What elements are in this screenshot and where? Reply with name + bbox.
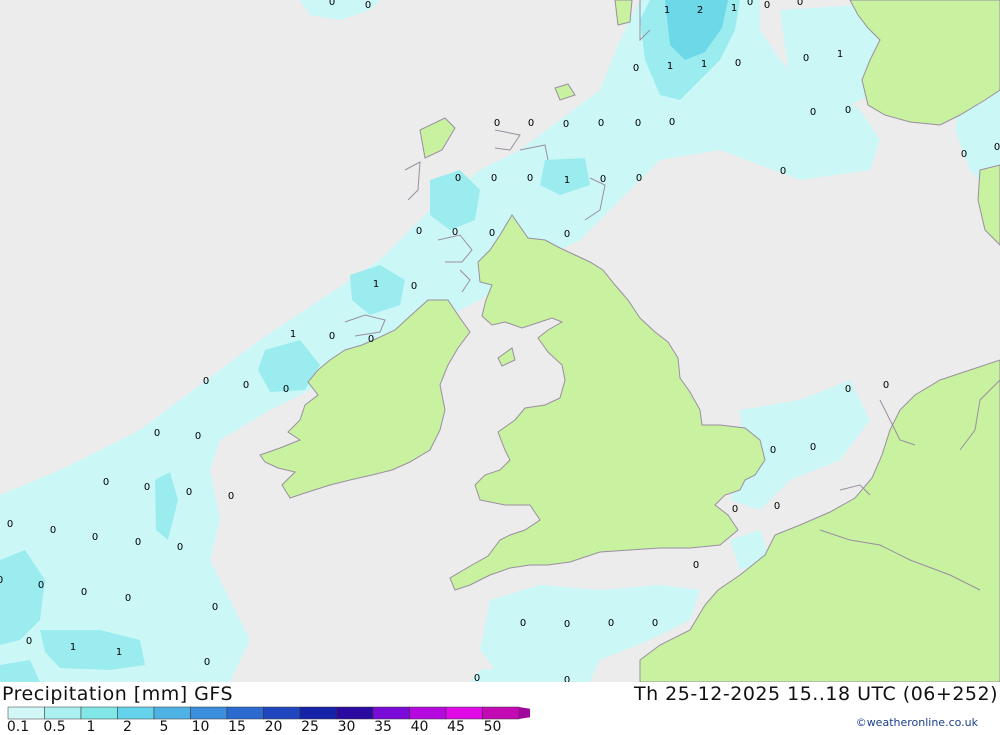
precip-value-label: 1 [290,329,296,340]
map-canvas: 1 2 1 0 0 0 0 1 1 0 0 1 0 0 0 0 0 0 0 0 1 0 0 0 0 0 1 0 0 0 0 0 0 0 1 0 0 0 0 0… [0,0,1000,682]
precip-value-label: 0 [38,580,44,591]
precip-value-label: 0 [845,384,851,395]
precip-value-label: 0 [527,173,533,184]
precip-value-label: 0 [774,501,780,512]
precip-value-label: 0 [203,376,209,387]
scale-swatch [482,706,520,720]
precip-value-label: 0 [81,587,87,598]
precip-value-label: 0 [528,118,534,129]
precip-value-label: 0 [732,504,738,515]
scale-swatch [117,706,155,720]
precip-value-label: 0 [652,618,658,629]
scale-swatch [372,706,410,720]
precip-value-label: 0 [489,228,495,239]
precip-value-label: 0 [803,53,809,64]
precip-value-label: 0 [491,173,497,184]
precip-value-label: 0 [195,431,201,442]
scale-swatch [226,706,264,720]
precip-value-label: 0 [0,575,3,586]
valid-time: Th 25-12-2025 15..18 UTC (06+252) [633,683,998,705]
scale-swatch [44,706,82,720]
precip-value-label: 0 [135,537,141,548]
precip-value-label: 0 [144,482,150,493]
precip-value-label: 0 [563,119,569,130]
site-credit[interactable]: ©weatheronline.co.uk [856,716,978,729]
precip-value-label: 0 [474,673,480,682]
precip-value-label: 0 [7,519,13,530]
precip-value-label: 0 [747,0,753,8]
precip-value-label: 0 [212,602,218,613]
precip-value-label: 0 [564,229,570,240]
precip-value-label: 0 [608,618,614,629]
precip-value-label: 0 [994,142,1000,153]
scale-swatch [336,706,374,720]
precip-value-label: 0 [735,58,741,69]
precip-value-label: 0 [810,442,816,453]
precip-value-label: 0 [693,560,699,571]
precip-value-label: 0 [92,532,98,543]
precip-value-label: 0 [177,542,183,553]
precip-value-label: 0 [411,281,417,292]
precip-value-label: 1 [837,49,843,60]
precip-value-label: 0 [494,118,500,129]
precip-value-label: 1 [70,642,76,653]
precip-value-label: 0 [961,149,967,160]
precip-value-label: 0 [154,428,160,439]
scale-swatch [7,706,45,720]
precip-value-label: 0 [883,380,889,391]
precip-value-label: 0 [764,0,770,11]
precip-value-label: 0 [228,491,234,502]
precip-value-label: 1 [116,647,122,658]
precip-value-label: 0 [564,675,570,682]
scale-swatch [153,706,191,720]
precip-value-label: 1 [664,5,670,16]
weather-map[interactable]: 1 2 1 0 0 0 0 1 1 0 0 1 0 0 0 0 0 0 0 0 1 0 0 0 0 0 1 0 0 0 0 0 0 0 1 0 0 0 0 0… [0,0,1000,682]
scale-swatch [80,706,118,720]
precip-value-label: 0 [797,0,803,8]
precip-value-label: 0 [452,227,458,238]
precip-value-label: 0 [770,445,776,456]
precip-value-label: 0 [416,226,422,237]
map-footer: Precipitation [mm] GFS Th 25-12-2025 15.… [0,682,1000,735]
scale-swatch [190,706,228,720]
precip-value-label: 1 [564,175,570,186]
precip-value-label: 0 [564,619,570,630]
precip-value-label: 0 [455,173,461,184]
precip-value-label: 0 [204,657,210,668]
precip-value-label: 0 [520,618,526,629]
precip-value-label: 2 [697,5,703,16]
precip-value-label: 0 [600,174,606,185]
precip-value-label: 1 [731,3,737,14]
precip-value-label: 1 [667,61,673,72]
precip-value-label: 0 [633,63,639,74]
precip-value-label: 1 [701,59,707,70]
precip-value-label: 0 [329,331,335,342]
precip-value-label: 0 [243,380,249,391]
precip-value-label: 0 [186,487,192,498]
scale-swatch [299,706,337,720]
precip-value-label: 0 [283,384,289,395]
map-title: Precipitation [mm] GFS [2,683,234,705]
color-scale-bar [7,706,530,720]
precip-value-label: 0 [669,117,675,128]
precip-value-label: 1 [373,279,379,290]
precip-value-label: 0 [329,0,335,8]
scale-swatch [409,706,447,720]
precip-value-label: 0 [635,118,641,129]
island-shetland [614,0,633,26]
precip-value-label: 0 [103,477,109,488]
precip-value-label: 0 [780,166,786,177]
precip-value-label: 0 [50,525,56,536]
scale-swatch [263,706,301,720]
scale-swatch [445,706,483,720]
precip-value-label: 0 [365,0,371,11]
precip-value-label: 0 [368,334,374,345]
precip-value-label: 0 [598,118,604,129]
precip-value-label: 0 [26,636,32,647]
precip-value-label: 0 [636,173,642,184]
precip-value-label: 0 [125,593,131,604]
precip-value-label: 0 [810,107,816,118]
scale-arrow [519,707,530,719]
precip-value-label: 0 [845,105,851,116]
